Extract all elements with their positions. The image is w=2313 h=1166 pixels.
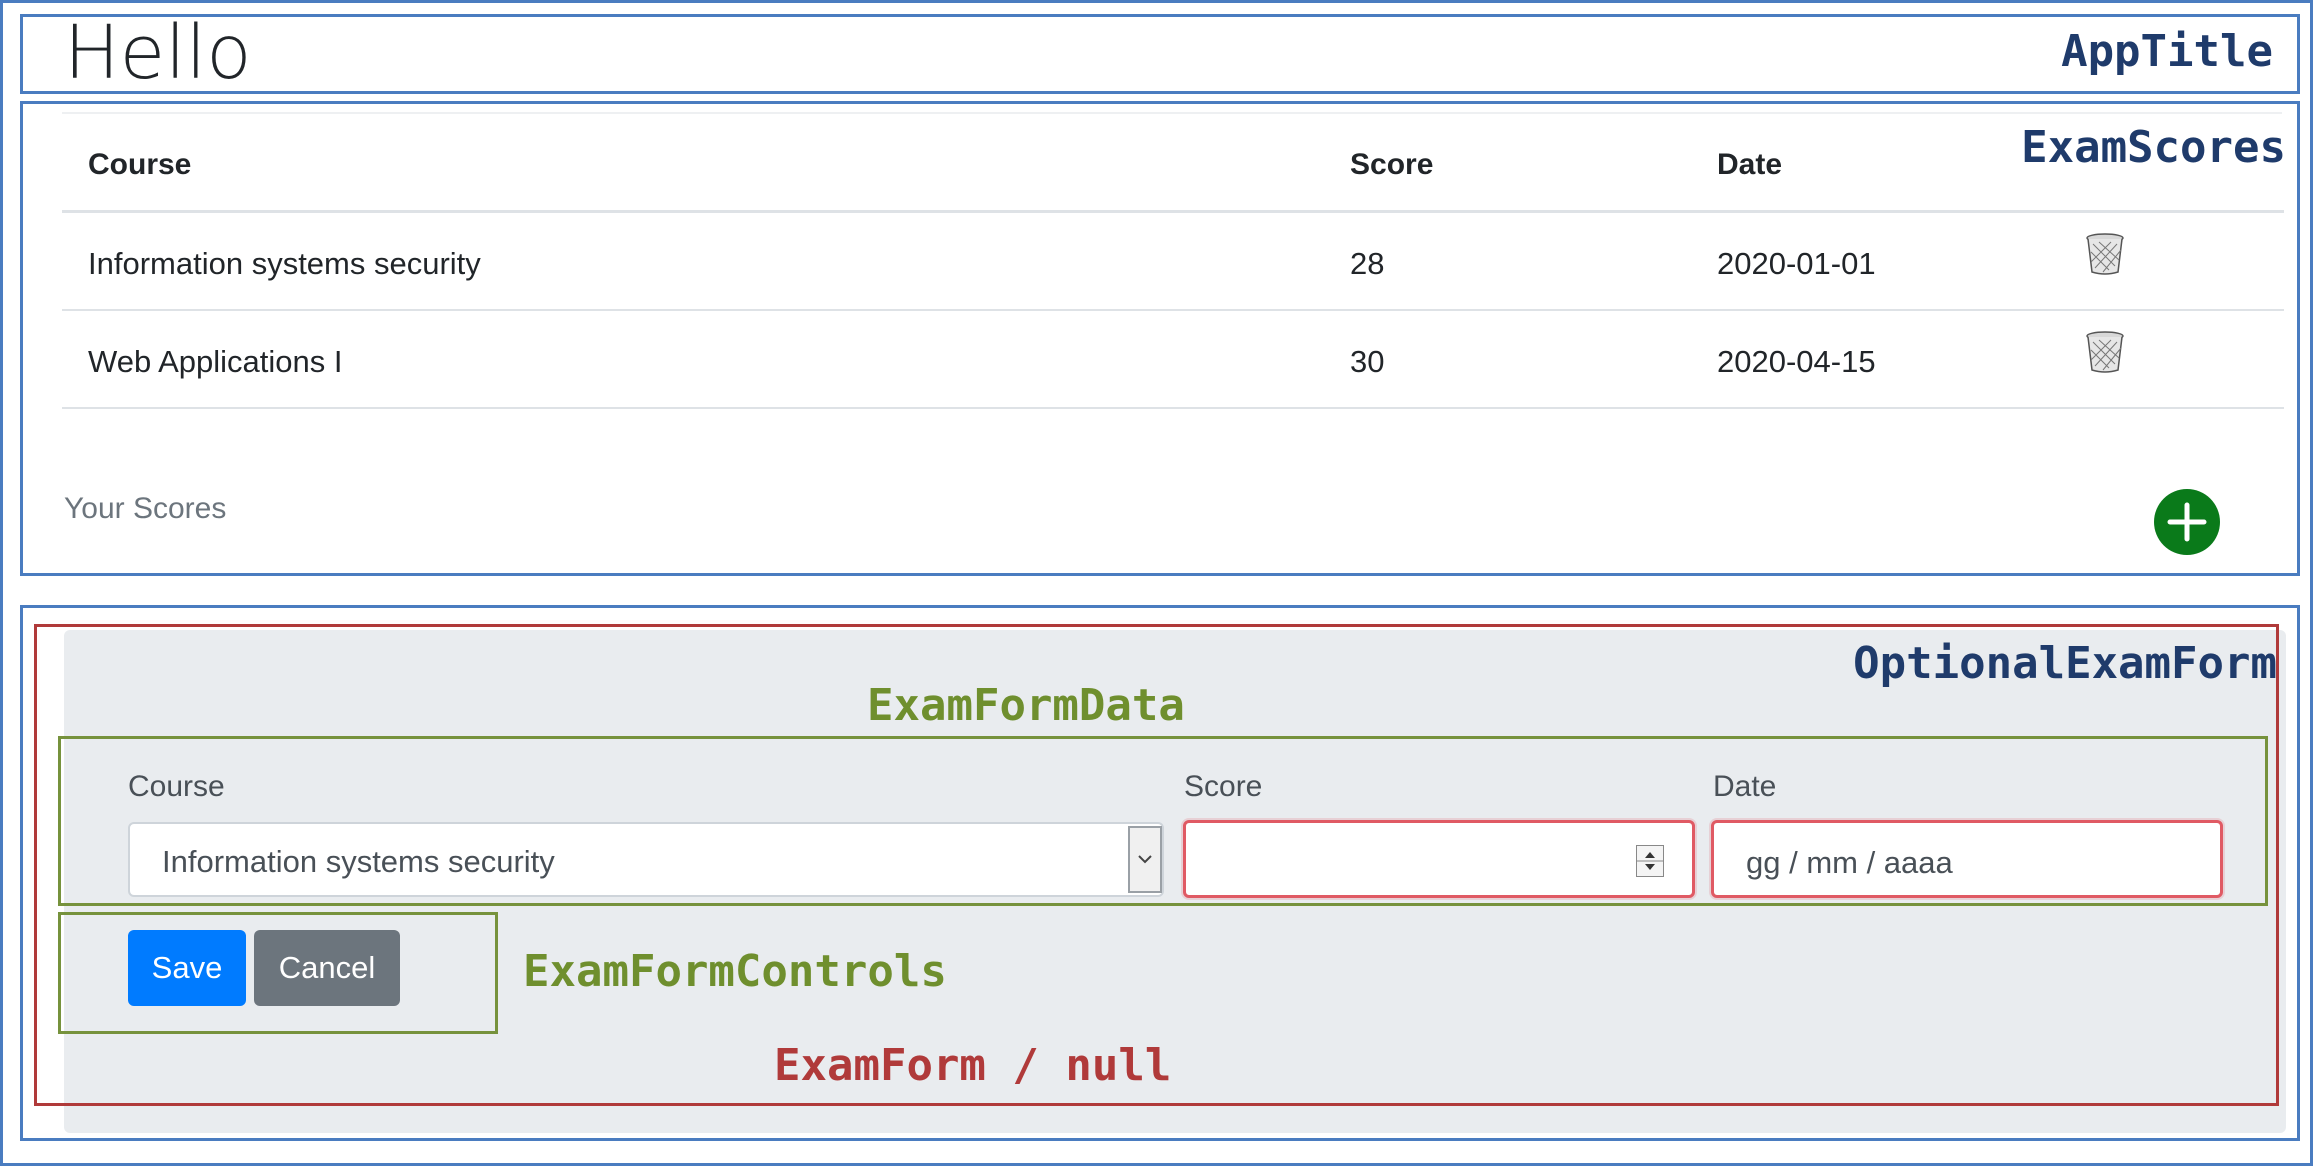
trash-icon[interactable] bbox=[2085, 232, 2125, 281]
table-cell-score: 30 bbox=[1350, 344, 1385, 379]
save-button[interactable]: Save bbox=[128, 930, 246, 1006]
score-label: Score bbox=[1184, 770, 1263, 803]
annotation-exam-form-controls: ExamFormControls bbox=[523, 946, 947, 997]
annotation-exam-form-data: ExamFormData bbox=[867, 680, 1185, 731]
column-header-date: Date bbox=[1717, 148, 1783, 181]
table-cell-course: Information systems security bbox=[88, 246, 481, 281]
add-exam-button[interactable] bbox=[2154, 489, 2220, 555]
app-title-box bbox=[20, 14, 2300, 94]
annotation-app-title: AppTitle bbox=[2061, 26, 2273, 77]
date-input[interactable]: gg / mm / aaaa bbox=[1711, 820, 2223, 898]
course-select-value: Information systems security bbox=[162, 844, 555, 879]
table-row-divider bbox=[62, 309, 2284, 311]
chevron-down-icon[interactable] bbox=[1128, 826, 1162, 893]
annotation-optional-exam-form: OptionalExamForm bbox=[1853, 638, 2277, 689]
exam-scores-box bbox=[20, 101, 2300, 576]
plus-icon bbox=[2167, 502, 2207, 542]
date-label: Date bbox=[1713, 770, 1777, 803]
table-row-divider bbox=[62, 407, 2284, 409]
table-header-divider bbox=[62, 210, 2284, 213]
annotation-exam-form-null: ExamForm / null bbox=[774, 1040, 1172, 1091]
course-label: Course bbox=[128, 770, 225, 803]
table-cell-date: 2020-01-01 bbox=[1717, 246, 1876, 281]
trash-icon[interactable] bbox=[2085, 330, 2125, 379]
column-header-course: Course bbox=[88, 148, 192, 181]
table-cell-score: 28 bbox=[1350, 246, 1385, 281]
annotation-exam-scores: ExamScores bbox=[2021, 122, 2286, 173]
table-top-border bbox=[62, 112, 2282, 114]
table-caption: Your Scores bbox=[64, 492, 227, 525]
column-header-score: Score bbox=[1350, 148, 1434, 181]
score-input[interactable] bbox=[1183, 820, 1695, 898]
date-placeholder: gg / mm / aaaa bbox=[1746, 845, 1953, 880]
course-select[interactable]: Information systems security bbox=[128, 822, 1164, 897]
cancel-button[interactable]: Cancel bbox=[254, 930, 400, 1006]
table-cell-date: 2020-04-15 bbox=[1717, 344, 1876, 379]
number-spinner-icon[interactable] bbox=[1636, 845, 1664, 877]
app-title: Hello bbox=[64, 10, 252, 96]
table-cell-course: Web Applications I bbox=[88, 344, 343, 379]
